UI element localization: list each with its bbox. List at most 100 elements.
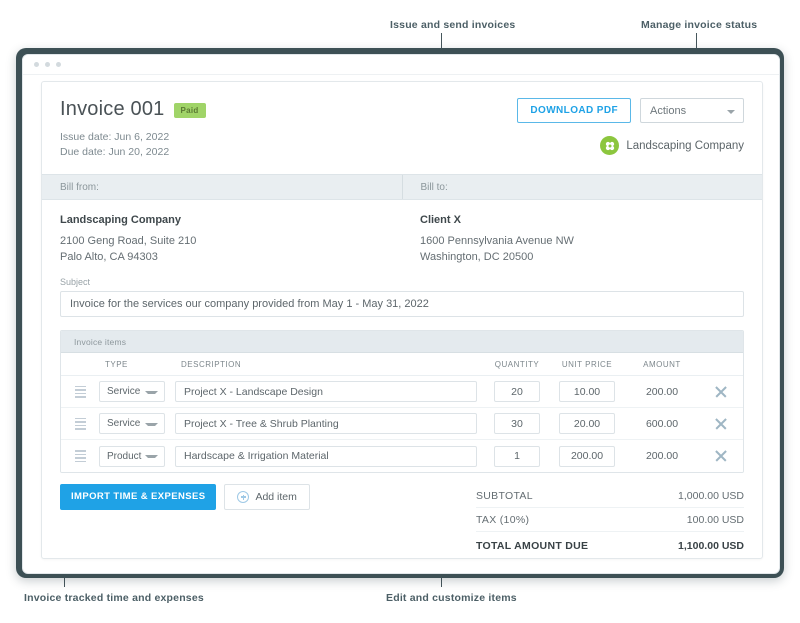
import-time-expenses-button[interactable]: IMPORT TIME & EXPENSES: [60, 484, 217, 510]
actions-and-totals-row: IMPORT TIME & EXPENSES Add item SUBTOTAL…: [42, 473, 762, 558]
type-dropdown-label: Service: [107, 418, 141, 429]
actions-dropdown[interactable]: Actions: [640, 98, 744, 123]
subtotal-value: 1,000.00 USD: [678, 489, 744, 502]
type-dropdown[interactable]: Service: [99, 413, 165, 434]
chevron-down-icon: [145, 455, 158, 458]
window-maximize-dot[interactable]: [56, 62, 61, 67]
window-titlebar: [23, 55, 779, 75]
bill-from-label: Bill from:: [60, 181, 99, 193]
close-icon[interactable]: [714, 417, 728, 431]
table-row: Service Project X - Landscape Design 20 …: [61, 376, 743, 408]
add-item-label: Add item: [255, 491, 297, 503]
chevron-down-icon: [145, 390, 158, 394]
drag-handle-icon[interactable]: [74, 417, 86, 430]
plus-circle-icon: [237, 491, 250, 503]
col-type: TYPE: [105, 359, 128, 369]
invoice-items-table: Invoice items TYPE DESCRIPTION QUANTITY …: [60, 330, 744, 473]
header-button-row: DOWNLOAD PDF Actions: [517, 98, 744, 123]
unit-price-input[interactable]: 20.00: [559, 413, 615, 434]
actions-dropdown-label: Actions: [650, 104, 687, 117]
total-label: TOTAL AMOUNT DUE: [476, 539, 589, 552]
row-amount-cell: 200.00: [625, 386, 699, 398]
amount-value: 200.00: [645, 450, 679, 462]
item-action-buttons: IMPORT TIME & EXPENSES Add item: [60, 484, 310, 510]
invoice-card: Invoice 001 Paid Issue date: Jun 6, 2022…: [41, 81, 763, 559]
row-delete-cell: [699, 449, 743, 463]
row-unit-price-cell: 20.00: [549, 413, 625, 434]
subject-label: Subject: [60, 277, 91, 287]
tax-label: TAX (10%): [476, 513, 530, 526]
row-drag-handle[interactable]: [61, 450, 99, 462]
subtotal-row: SUBTOTAL 1,000.00 USD: [476, 484, 744, 508]
col-unit-price: UNIT PRICE: [561, 359, 613, 369]
window-minimize-dot[interactable]: [45, 62, 50, 67]
type-dropdown[interactable]: Service: [99, 381, 165, 402]
totals-panel: SUBTOTAL 1,000.00 USD TAX (10%) 100.00 U…: [476, 484, 744, 558]
company-logo-icon: [600, 136, 620, 155]
type-dropdown-label: Product: [107, 450, 142, 462]
invoice-header: Invoice 001 Paid Issue date: Jun 6, 2022…: [42, 82, 762, 160]
unit-price-input[interactable]: 200.00: [559, 445, 615, 467]
bill-header-band: Bill from: Bill to:: [42, 174, 762, 200]
row-type-cell: Service: [99, 381, 175, 402]
close-icon[interactable]: [714, 449, 728, 463]
annotation-label-issue-send: Issue and send invoices: [390, 19, 516, 31]
bill-body: Landscaping Company 2100 Geng Road, Suit…: [42, 200, 762, 277]
invoice-items-section-label: Invoice items: [61, 331, 743, 353]
header-actions: DOWNLOAD PDF Actions Landscaping Company: [517, 98, 744, 155]
annotation-label-edit-items: Edit and customize items: [386, 592, 517, 604]
row-type-cell: Product: [99, 445, 175, 467]
bill-to-label: Bill to:: [401, 175, 763, 199]
row-quantity-cell: 1: [485, 445, 549, 467]
type-dropdown[interactable]: Product: [99, 445, 165, 467]
add-item-button[interactable]: Add item: [224, 484, 310, 510]
drag-handle-icon[interactable]: [74, 385, 86, 398]
row-unit-price-cell: 10.00: [549, 381, 625, 402]
quantity-input[interactable]: 30: [494, 413, 540, 434]
table-row: Product Hardscape & Irrigation Material …: [61, 440, 743, 472]
row-drag-handle[interactable]: [61, 385, 99, 398]
col-description: DESCRIPTION: [181, 359, 242, 369]
subject-input[interactable]: Invoice for the services our company pro…: [60, 291, 744, 317]
bill-to-block: Client X 1600 Pennsylvania Avenue NW Was…: [402, 214, 762, 265]
description-input[interactable]: Project X - Landscape Design: [175, 381, 477, 402]
close-icon[interactable]: [714, 385, 728, 399]
row-delete-cell: [699, 385, 743, 399]
col-quantity: QUANTITY: [494, 359, 540, 369]
tax-row: TAX (10%) 100.00 USD: [476, 508, 744, 532]
description-input[interactable]: Project X - Tree & Shrub Planting: [175, 413, 477, 434]
chevron-down-icon: [145, 422, 158, 426]
bill-from-name: Landscaping Company: [60, 214, 182, 226]
unit-price-input[interactable]: 10.00: [559, 381, 615, 402]
description-input[interactable]: Hardscape & Irrigation Material: [175, 445, 477, 467]
total-value: 1,100.00 USD: [678, 539, 744, 552]
bill-from-line2: Palo Alto, CA 94303: [60, 251, 158, 263]
row-description-cell: Hardscape & Irrigation Material: [175, 445, 485, 467]
browser-window: Invoice 001 Paid Issue date: Jun 6, 2022…: [22, 54, 780, 574]
row-type-cell: Service: [99, 413, 175, 434]
subject-field-group: Subject Invoice for the services our com…: [42, 277, 762, 317]
quantity-input[interactable]: 20: [494, 381, 540, 402]
page-title: Invoice 001: [60, 98, 165, 120]
row-amount-cell: 600.00: [625, 418, 699, 430]
row-description-cell: Project X - Landscape Design: [175, 381, 485, 402]
drag-handle-icon[interactable]: [74, 450, 86, 462]
annotation-label-manage-status: Manage invoice status: [641, 19, 758, 31]
row-quantity-cell: 30: [485, 413, 549, 434]
bill-to-line1: 1600 Pennsylvania Avenue NW: [420, 235, 574, 247]
row-drag-handle[interactable]: [61, 417, 99, 430]
download-pdf-button[interactable]: DOWNLOAD PDF: [517, 98, 631, 123]
chevron-down-icon: [727, 109, 735, 114]
window-close-dot[interactable]: [34, 62, 39, 67]
row-amount-cell: 200.00: [625, 450, 699, 462]
row-unit-price-cell: 200.00: [549, 445, 625, 467]
bill-to-line2: Washington, DC 20500: [420, 251, 534, 263]
row-delete-cell: [699, 417, 743, 431]
table-column-headers: TYPE DESCRIPTION QUANTITY UNIT PRICE AMO…: [61, 353, 743, 376]
bill-from-block: Landscaping Company 2100 Geng Road, Suit…: [42, 214, 402, 265]
type-dropdown-label: Service: [107, 386, 141, 397]
quantity-input[interactable]: 1: [494, 445, 540, 467]
total-row: TOTAL AMOUNT DUE 1,100.00 USD: [476, 532, 744, 558]
row-quantity-cell: 20: [485, 381, 549, 402]
brand: Landscaping Company: [517, 136, 744, 155]
